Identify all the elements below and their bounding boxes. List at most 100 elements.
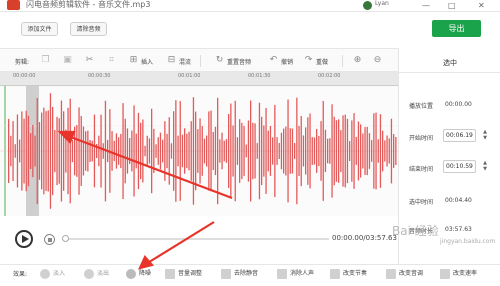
paste-icon[interactable]: ▣ xyxy=(62,55,73,66)
waveform-bar xyxy=(230,103,232,199)
seek-knob[interactable] xyxy=(62,235,69,242)
waveform-bar xyxy=(210,110,212,192)
insert-button[interactable]: 插入 xyxy=(141,57,153,66)
reset-audio-button[interactable]: 重置音频 xyxy=(227,57,251,66)
waveform-bar xyxy=(360,124,362,178)
waveform-bar xyxy=(377,139,379,163)
avatar[interactable] xyxy=(363,1,372,10)
reset-icon[interactable]: ↻ xyxy=(214,55,225,66)
timeline-ruler[interactable]: 00:00:00 00:00:30 00:01:00 00:01:30 00:0… xyxy=(0,72,398,86)
waveform-bar xyxy=(243,126,245,176)
waveform-bar xyxy=(276,137,278,165)
minimize-icon[interactable]: — xyxy=(422,1,430,10)
waveform-bar xyxy=(272,137,274,165)
add-file-button[interactable]: 添加文件 xyxy=(21,22,58,36)
waveform-bar xyxy=(63,111,65,191)
watermark: Bai 经验 xyxy=(392,224,439,238)
play-button[interactable] xyxy=(15,230,33,248)
crop-icon[interactable]: ⌗ xyxy=(106,55,117,66)
end-time-field[interactable]: 00:10.59 xyxy=(443,160,476,173)
stop-button[interactable] xyxy=(44,234,55,245)
effect-label: 降噪 xyxy=(139,270,152,277)
waveform-bar xyxy=(113,140,115,162)
waveform-bar xyxy=(181,134,184,168)
zoom-out-icon[interactable]: ⊖ xyxy=(372,55,383,66)
close-icon[interactable]: ✕ xyxy=(478,1,485,10)
effect-fade-in[interactable]: 淡入 xyxy=(40,268,65,279)
effect-volume[interactable]: 音量调整 xyxy=(165,268,202,279)
end-time-stepper[interactable]: ▲ ▼ xyxy=(481,160,489,173)
clear-audio-button[interactable]: 清除音频 xyxy=(70,22,107,36)
redo-icon[interactable]: ↷ xyxy=(303,55,314,66)
undo-button[interactable]: 撤销 xyxy=(281,57,293,66)
waveform-bar xyxy=(362,133,364,169)
username[interactable]: Lyan xyxy=(375,0,389,7)
waveform-bar xyxy=(146,135,148,167)
waveform-bar xyxy=(173,111,175,191)
undo-icon[interactable]: ↶ xyxy=(268,55,279,66)
cut-icon[interactable]: ✂ xyxy=(84,55,95,66)
waveform-bar xyxy=(208,111,210,191)
waveform-bar xyxy=(258,102,261,200)
effect-fade-out[interactable]: 淡出 xyxy=(84,268,109,279)
waveform-bar xyxy=(318,135,320,167)
redo-button[interactable]: 重做 xyxy=(316,57,328,66)
zoom-in-icon[interactable]: ⊕ xyxy=(352,55,363,66)
waveform-bar xyxy=(263,125,265,177)
waveform-bar xyxy=(329,138,331,164)
waveform-bar xyxy=(166,133,168,169)
waveform-bar xyxy=(131,130,133,172)
waveform-bar xyxy=(199,118,201,184)
effect-remove-silence[interactable]: 去除静音 xyxy=(221,268,258,279)
waveform-bar xyxy=(234,100,236,202)
insert-icon[interactable]: ⊞ xyxy=(128,55,139,66)
effect-label: 淡入 xyxy=(53,270,66,277)
waveform-bar xyxy=(331,104,333,198)
waveform-bar xyxy=(324,129,327,173)
waveform-bar xyxy=(300,116,302,187)
edit-label: 剪辑: xyxy=(15,59,30,66)
waveform-bar xyxy=(159,132,162,170)
waveform[interactable] xyxy=(0,86,398,216)
effect-tempo[interactable]: 改变节奏 xyxy=(330,268,367,279)
fade-out-icon xyxy=(84,268,94,279)
effect-pitch[interactable]: 改变音调 xyxy=(386,268,423,279)
mix-button[interactable]: 混流 xyxy=(179,57,191,66)
effect-remove-vocals[interactable]: 消除人声 xyxy=(277,268,314,279)
waveform-bar xyxy=(296,97,298,205)
waveform-bar xyxy=(322,101,324,201)
waveform-bar xyxy=(342,115,344,187)
effect-label: 消除人声 xyxy=(290,270,315,277)
waveform-bar xyxy=(346,118,349,184)
export-button[interactable]: 导出 xyxy=(432,20,481,37)
waveform-bar xyxy=(82,126,85,176)
waveform-bar xyxy=(382,130,384,172)
tempo-icon xyxy=(330,268,340,279)
copy-icon[interactable]: ❐ xyxy=(40,55,51,66)
fade-in-icon xyxy=(40,268,50,279)
mix-icon[interactable]: ⊟ xyxy=(166,55,177,66)
waveform-area[interactable] xyxy=(0,86,398,216)
maximize-icon[interactable]: □ xyxy=(448,1,456,10)
waveform-bar xyxy=(67,107,69,195)
waveform-bar xyxy=(93,114,96,188)
waveform-bar xyxy=(184,128,186,174)
waveform-bar xyxy=(126,128,129,174)
rate-icon xyxy=(440,268,450,279)
effect-noise-reduction[interactable]: 降噪 xyxy=(126,268,151,279)
time-display: 00:00.00/03:57.63 xyxy=(332,234,397,242)
waveform-bar xyxy=(344,114,346,188)
waveform-bar xyxy=(91,140,93,162)
start-time-stepper[interactable]: ▲ ▼ xyxy=(481,129,489,142)
title-bar: 闪电音频剪辑软件 - 音乐文件.mp3 Lyan — □ ✕ xyxy=(0,0,500,12)
waveform-bar xyxy=(102,143,104,159)
effect-rate[interactable]: 改变速率 xyxy=(440,268,477,279)
play-position-label: 播放位置 xyxy=(409,103,434,110)
waveform-bar xyxy=(133,105,135,197)
waveform-bar xyxy=(21,111,23,191)
seek-slider[interactable] xyxy=(62,235,329,242)
waveform-bar xyxy=(157,137,159,165)
waveform-bar xyxy=(188,131,190,171)
selected-duration-label: 选中时间 xyxy=(409,199,434,206)
start-time-field[interactable]: 00:06.19 xyxy=(443,129,476,142)
